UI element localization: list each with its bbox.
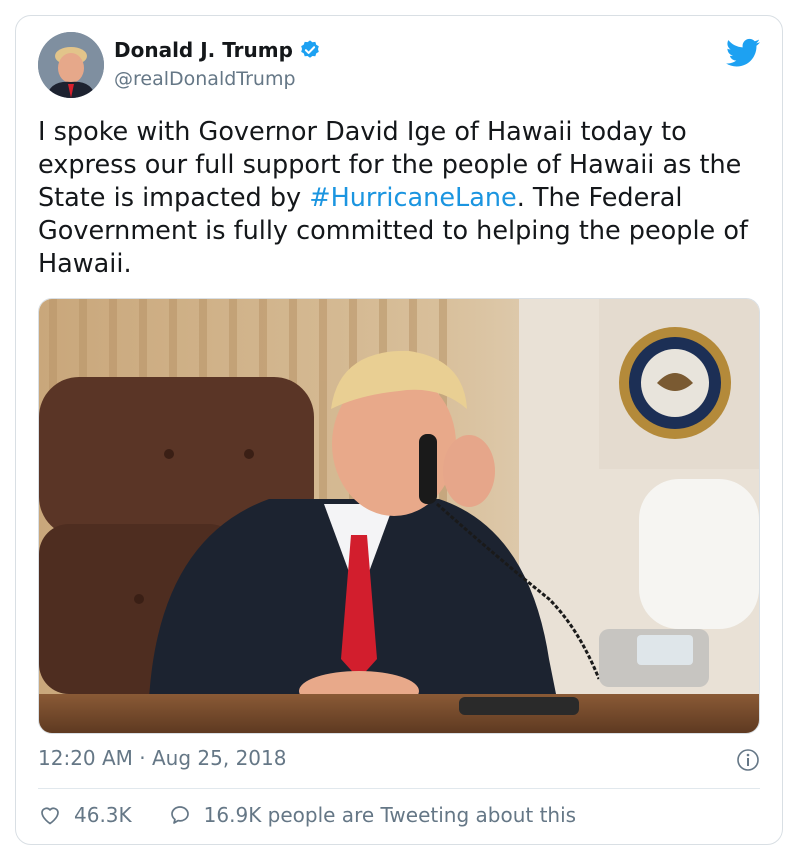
info-icon[interactable]: [736, 748, 760, 772]
tweet-text: I spoke with Governor David Ige of Hawai…: [38, 116, 768, 281]
author-handle[interactable]: @realDonaldTrump: [114, 68, 296, 90]
divider: [38, 788, 760, 789]
tweet-photo[interactable]: [38, 298, 760, 734]
conversation-link[interactable]: 16.9K people are Tweeting about this: [168, 803, 576, 827]
tweet-card: Donald J. Trump @realDonaldTrump I spoke…: [15, 15, 783, 845]
avatar[interactable]: [38, 32, 104, 98]
conversation-text: 16.9K people are Tweeting about this: [203, 803, 577, 827]
hashtag-link[interactable]: #HurricaneLane: [309, 183, 517, 213]
speech-bubble-icon: [170, 806, 189, 824]
action-bar: 46.3K 16.9K people are Tweeting about th…: [38, 803, 612, 827]
author-name[interactable]: Donald J. Trump: [114, 38, 293, 62]
heart-icon: [41, 807, 59, 825]
twitter-bird-icon[interactable]: [726, 38, 760, 68]
like-button[interactable]: 46.3K: [38, 803, 132, 827]
like-count: 46.3K: [74, 803, 132, 827]
tweet-timestamp[interactable]: 12:20 AM · Aug 25, 2018: [38, 746, 286, 770]
verified-badge-icon: [301, 40, 319, 58]
